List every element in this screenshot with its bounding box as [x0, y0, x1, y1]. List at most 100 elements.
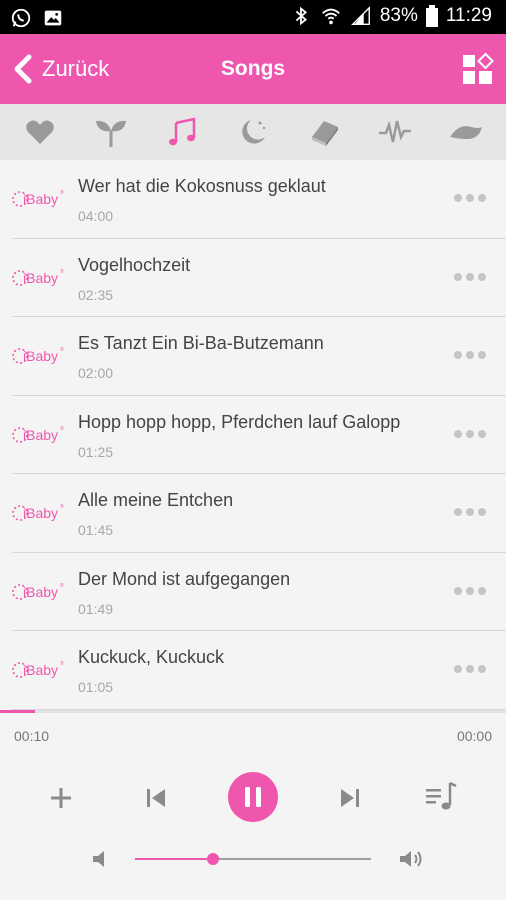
more-dot-icon — [478, 508, 486, 516]
back-button[interactable]: Zurück — [12, 34, 109, 104]
song-row[interactable]: iBaby ® Kuckuck, Kuckuck 01:05 — [12, 631, 506, 710]
tab-favorites[interactable] — [18, 110, 62, 154]
status-bar: 83% 11:29 — [0, 0, 506, 34]
song-row[interactable]: iBaby ® Alle meine Entchen 01:45 — [12, 474, 506, 553]
song-duration: 04:00 — [78, 208, 114, 224]
more-dot-icon — [466, 351, 474, 359]
song-title: Kuckuck, Kuckuck — [78, 647, 225, 667]
next-button[interactable] — [336, 784, 364, 812]
more-options-button[interactable] — [454, 345, 488, 365]
playlist-button[interactable] — [424, 780, 458, 814]
more-dot-icon — [454, 351, 462, 359]
volume-low-icon — [93, 851, 104, 867]
volume-high-icon — [400, 851, 422, 867]
tab-music[interactable] — [160, 110, 204, 154]
tab-nature[interactable] — [89, 110, 133, 154]
more-dot-icon — [478, 351, 486, 359]
svg-text:iBaby: iBaby — [23, 270, 58, 286]
more-options-button[interactable] — [454, 424, 488, 444]
heart-icon — [25, 120, 54, 144]
song-row[interactable]: iBaby ® Wer hat die Kokosnuss geklaut 04… — [12, 160, 506, 239]
more-options-button[interactable] — [454, 502, 488, 522]
heartbeat-icon — [379, 120, 412, 143]
more-dot-icon — [454, 429, 462, 438]
more-dot-icon — [478, 429, 486, 438]
progress-fill — [0, 710, 36, 713]
ibaby-logo-icon: iBaby ® — [12, 503, 64, 521]
song-row[interactable]: iBaby ® Vogelhochzeit 02:35 — [12, 239, 506, 317]
more-dot-icon — [466, 272, 474, 281]
more-options-button[interactable] — [454, 581, 488, 601]
chevron-left-icon — [14, 54, 32, 84]
more-dot-icon — [466, 508, 474, 516]
song-duration: 01:49 — [78, 600, 114, 617]
song-row[interactable]: iBaby ® Der Mond ist aufgegangen 01:49 — [12, 553, 506, 631]
more-dot-icon — [466, 194, 474, 202]
more-dot-icon — [466, 586, 474, 595]
more-dot-icon — [466, 665, 474, 673]
ibaby-logo-icon: iBaby ® — [12, 660, 64, 678]
svg-text:iBaby: iBaby — [23, 427, 58, 443]
view-toggle-icon[interactable] — [462, 52, 494, 86]
song-title: Der Mond ist aufgegangen — [78, 568, 291, 589]
svg-text:iBaby: iBaby — [23, 348, 58, 364]
total-time: 00:00 — [456, 728, 492, 744]
more-options-button[interactable] — [454, 267, 488, 287]
more-dot-icon — [466, 429, 474, 438]
more-dot-icon — [478, 586, 486, 595]
ibaby-logo-icon: iBaby ® — [12, 582, 64, 600]
song-duration: 01:25 — [78, 443, 114, 460]
more-dot-icon — [454, 665, 462, 673]
svg-text:iBaby: iBaby — [23, 584, 58, 600]
playlist-icon — [426, 781, 457, 810]
volume-knob[interactable] — [206, 853, 219, 865]
song-row[interactable]: iBaby ® Es Tanzt Ein Bi-Ba-Butzemann 02:… — [12, 317, 506, 396]
pause-button[interactable] — [228, 772, 278, 822]
svg-text:®: ® — [60, 660, 64, 667]
ibaby-logo-icon: iBaby ® — [12, 346, 64, 364]
volume-slider[interactable] — [135, 853, 371, 865]
plus-icon — [51, 788, 71, 808]
song-duration: 01:45 — [78, 522, 114, 538]
music-note-icon — [168, 117, 196, 146]
whatsapp-icon — [11, 8, 31, 28]
svg-text:®: ® — [60, 503, 64, 510]
previous-button[interactable] — [142, 784, 170, 812]
svg-text:®: ® — [60, 268, 64, 275]
more-dot-icon — [454, 508, 462, 516]
song-title: Wer hat die Kokosnuss geklaut — [78, 176, 326, 196]
tab-white-noise[interactable] — [444, 110, 488, 154]
back-label: Zurück — [42, 56, 110, 81]
tab-stories[interactable] — [302, 110, 346, 154]
add-button[interactable] — [47, 784, 75, 812]
svg-text:iBaby: iBaby — [23, 662, 58, 678]
song-row[interactable]: iBaby ® Hopp hopp hopp, Pferdchen lauf G… — [12, 396, 506, 474]
song-title: Vogelhochzeit — [78, 254, 191, 275]
svg-text:iBaby: iBaby — [23, 191, 58, 207]
ibaby-logo-icon: iBaby ® — [12, 268, 64, 286]
more-dot-icon — [454, 194, 462, 202]
moon-stars-icon — [242, 120, 266, 144]
song-duration: 02:35 — [78, 286, 114, 303]
svg-text:®: ® — [60, 425, 64, 432]
tab-sleep[interactable] — [231, 110, 275, 154]
ibaby-logo-icon: iBaby ® — [12, 189, 64, 207]
wave-icon — [450, 126, 483, 139]
more-dot-icon — [478, 194, 486, 202]
song-title: Hopp hopp hopp, Pferdchen lauf Galopp — [78, 411, 401, 432]
ibaby-logo-icon: iBaby ® — [12, 425, 64, 443]
svg-text:®: ® — [60, 189, 64, 196]
more-dot-icon — [454, 586, 462, 595]
song-title: Es Tanzt Ein Bi-Ba-Butzemann — [78, 333, 324, 353]
bluetooth-icon — [295, 6, 307, 26]
tab-heartbeat[interactable] — [373, 110, 417, 154]
app-header: Zurück Songs — [0, 34, 506, 104]
song-duration: 01:05 — [78, 679, 114, 695]
more-options-button[interactable] — [454, 659, 488, 679]
song-duration: 02:00 — [78, 365, 114, 381]
category-tabs — [0, 104, 506, 160]
progress-bar[interactable] — [0, 710, 506, 713]
more-options-button[interactable] — [454, 188, 488, 208]
sprout-icon — [95, 120, 126, 147]
svg-text:®: ® — [60, 346, 64, 353]
